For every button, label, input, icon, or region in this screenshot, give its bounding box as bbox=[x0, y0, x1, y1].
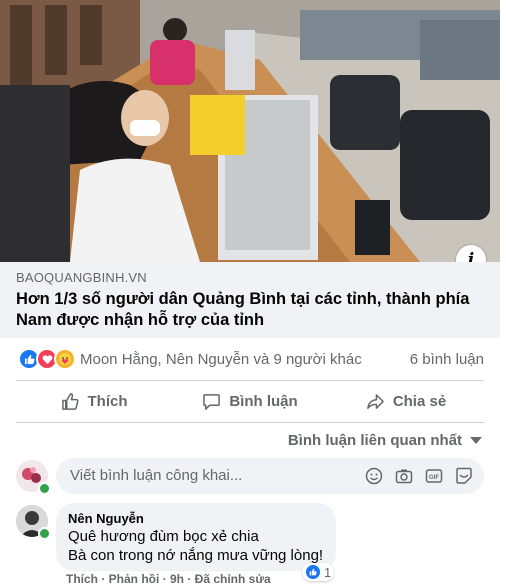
share-button[interactable]: Chia sẻ bbox=[328, 383, 484, 419]
comment-icon bbox=[203, 393, 221, 410]
link-domain: BAOQUANGBINH.VN bbox=[16, 270, 147, 285]
link-preview-image[interactable] bbox=[0, 0, 500, 262]
comment-author[interactable]: Nên Nguyễn bbox=[68, 511, 144, 526]
care-reaction-icon bbox=[54, 348, 76, 370]
reaction-names[interactable]: Moon Hằng, Nên Nguyễn và 9 người khác bbox=[80, 351, 362, 368]
comment-reaction-count[interactable]: 1 bbox=[302, 563, 335, 581]
comment-label: Bình luận bbox=[229, 392, 298, 410]
gif-icon[interactable]: GIF bbox=[424, 466, 444, 486]
comment-composer[interactable]: GIF bbox=[56, 458, 484, 494]
sticker-icon[interactable] bbox=[454, 466, 474, 486]
like-label: Thích bbox=[87, 392, 128, 410]
svg-text:GIF: GIF bbox=[429, 475, 439, 481]
camera-icon[interactable] bbox=[394, 466, 414, 486]
share-label: Chia sẻ bbox=[392, 392, 447, 410]
sort-label: Bình luận liên quan nhất bbox=[287, 432, 462, 449]
office-photo bbox=[0, 0, 500, 262]
comment-input[interactable] bbox=[68, 466, 362, 485]
like-button[interactable]: Thích bbox=[16, 383, 172, 419]
comment-bubble: Nên Nguyễn Quê hương đùm bọc xẻ chia Bà … bbox=[56, 503, 336, 571]
composer-icons: GIF bbox=[364, 466, 474, 486]
divider bbox=[16, 422, 484, 423]
comment-sort-dropdown[interactable]: Bình luận liên quan nhất bbox=[288, 432, 482, 449]
reaction-count: 1 bbox=[324, 564, 332, 580]
caret-down-icon bbox=[470, 437, 482, 444]
online-status-dot bbox=[38, 482, 51, 495]
comment-meta[interactable]: Thích · Phản hồi · 9h · Đã chỉnh sửa bbox=[66, 572, 271, 586]
emoji-icon[interactable] bbox=[364, 466, 384, 486]
thumbs-up-icon bbox=[61, 392, 79, 410]
divider bbox=[16, 380, 484, 381]
reaction-icons[interactable] bbox=[18, 348, 76, 370]
comment-text-line: Quê hương đùm bọc xẻ chia bbox=[68, 528, 259, 545]
link-title[interactable]: Hơn 1/3 số người dân Quảng Bình tại các … bbox=[16, 289, 486, 331]
share-icon bbox=[366, 393, 384, 409]
online-status-dot bbox=[38, 527, 51, 540]
comment-count[interactable]: 6 bình luận bbox=[410, 351, 484, 368]
action-bar: Thích Bình luận Chia sẻ bbox=[16, 383, 484, 419]
comment-text-line: Bà con trong nớ nắng mưa vững lòng! bbox=[68, 547, 324, 564]
comment-button[interactable]: Bình luận bbox=[172, 383, 328, 419]
